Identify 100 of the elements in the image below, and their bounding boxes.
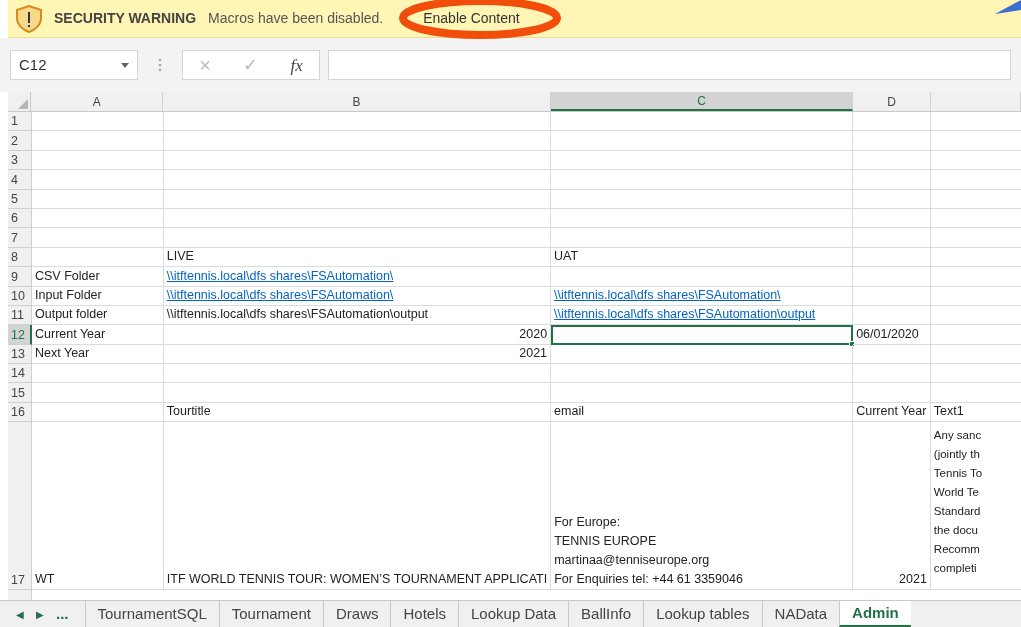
column-header[interactable]: D	[853, 92, 931, 111]
table-cell[interactable]	[853, 150, 931, 171]
table-cell[interactable]	[853, 383, 931, 403]
table-cell[interactable]	[551, 228, 854, 248]
table-cell[interactable]	[551, 208, 854, 229]
table-cell[interactable]	[32, 402, 164, 423]
table-cell[interactable]: Input Folder	[32, 286, 164, 306]
row-header[interactable]: 8	[8, 247, 32, 268]
table-cell[interactable]: ITF WORLD TENNIS TOUR: WOMEN’S TOURNAMENT APPLICATI	[163, 422, 552, 591]
row-header[interactable]: 12	[8, 325, 32, 345]
table-cell[interactable]	[163, 170, 552, 190]
table-cell[interactable]	[163, 383, 552, 403]
table-cell[interactable]	[853, 189, 931, 209]
table-cell[interactable]	[853, 364, 931, 384]
row-header[interactable]: 7	[8, 228, 32, 248]
table-cell[interactable]: \\itftennis.local\dfs shares\FSAutomation\	[163, 267, 552, 287]
column-header[interactable]: C	[550, 92, 854, 111]
table-cell[interactable]: Output folder	[32, 305, 164, 326]
table-cell[interactable]	[163, 208, 552, 229]
table-cell[interactable]	[551, 383, 854, 403]
formula-input[interactable]	[328, 50, 1011, 80]
sheet-tab[interactable]: Hotels	[390, 601, 458, 627]
table-cell[interactable]	[853, 112, 931, 132]
table-cell[interactable]	[551, 131, 854, 151]
row-header[interactable]: 13	[8, 344, 32, 365]
table-cell[interactable]: UAT	[551, 247, 854, 268]
active-cell[interactable]	[551, 325, 854, 345]
row-header[interactable]: 16	[8, 402, 32, 423]
table-cell[interactable]: Text1	[930, 402, 1021, 423]
table-cell[interactable]	[853, 247, 931, 268]
table-cell[interactable]	[853, 267, 931, 287]
table-cell[interactable]	[32, 228, 164, 248]
table-cell[interactable]	[551, 267, 854, 287]
table-cell[interactable]: \\itftennis.local\dfs shares\FSAutomation\output	[163, 305, 552, 326]
table-cell[interactable]	[32, 247, 164, 268]
table-cell[interactable]	[853, 286, 931, 306]
table-cell[interactable]	[853, 344, 931, 365]
table-cell[interactable]	[32, 208, 164, 229]
table-cell[interactable]: CSV Folder	[32, 267, 164, 287]
hyperlink[interactable]: \\itftennis.local\dfs shares\FSAutomation\	[554, 285, 781, 305]
row-header[interactable]: 15	[8, 383, 32, 403]
table-cell[interactable]	[551, 364, 854, 384]
table-cell[interactable]: Any sanc (jointly th Tennis To World Te Standard the docu Recomm completi	[930, 422, 1021, 591]
sheet-tab[interactable]: Lookup Data	[458, 601, 569, 627]
row-header[interactable]: 9	[8, 267, 32, 287]
table-cell[interactable]	[853, 208, 931, 229]
row-header[interactable]: 5	[8, 189, 32, 209]
table-cell[interactable]	[163, 228, 552, 248]
table-cell[interactable]	[551, 344, 854, 365]
sheet-tab[interactable]: Admin	[839, 601, 911, 627]
table-cell[interactable]: Next Year	[32, 344, 164, 365]
row-header[interactable]: 6	[8, 208, 32, 229]
table-cell[interactable]: \\itftennis.local\dfs shares\FSAutomation\	[163, 286, 552, 306]
table-cell[interactable]: 06/01/2020	[853, 325, 931, 345]
sheet-tab[interactable]: Tournament	[218, 601, 323, 627]
table-cell[interactable]	[853, 305, 931, 326]
table-cell[interactable]: For Europe: TENNIS EUROPE martinaa@tenniseurope.org For Enquiries tel: +44 61 3359046	[551, 422, 854, 591]
table-cell[interactable]	[32, 131, 164, 151]
scroll-right-button[interactable]: ▶	[36, 606, 44, 622]
row-header[interactable]: 4	[8, 170, 32, 190]
row-header[interactable]: 1	[8, 112, 32, 132]
table-cell[interactable]	[551, 112, 854, 132]
table-cell[interactable]	[163, 131, 552, 151]
row-header[interactable]: 17	[8, 422, 32, 591]
hyperlink[interactable]: \\itftennis.local\dfs shares\FSAutomation\output	[554, 305, 816, 325]
table-cell[interactable]: \\itftennis.local\dfs shares\FSAutomation\	[551, 286, 854, 306]
table-cell[interactable]	[32, 150, 164, 171]
row-header[interactable]: 10	[8, 286, 32, 306]
table-cell[interactable]	[32, 189, 164, 209]
table-cell[interactable]	[853, 131, 931, 151]
table-cell[interactable]	[163, 364, 552, 384]
hyperlink[interactable]: \\itftennis.local\dfs shares\FSAutomation\	[166, 285, 394, 305]
table-cell[interactable]: LIVE	[163, 247, 552, 268]
row-header[interactable]: 2	[8, 131, 32, 151]
select-all-icon[interactable]	[18, 99, 29, 109]
row-header[interactable]: 11	[8, 305, 32, 326]
table-cell[interactable]: 2020	[163, 325, 552, 345]
row-header[interactable]	[8, 590, 32, 600]
table-cell[interactable]	[551, 150, 854, 171]
sheet-tab[interactable]: TournamentSQL	[84, 601, 219, 627]
table-cell[interactable]	[163, 189, 552, 209]
table-cell[interactable]	[853, 228, 931, 248]
table-cell[interactable]: Tourtitle	[163, 402, 552, 423]
table-cell[interactable]: \\itftennis.local\dfs shares\FSAutomation\output	[551, 305, 854, 326]
table-cell[interactable]	[32, 364, 164, 384]
row-header[interactable]: 3	[8, 150, 32, 171]
table-cell[interactable]	[163, 150, 552, 171]
hyperlink[interactable]: \\itftennis.local\dfs shares\FSAutomation\	[166, 266, 394, 286]
sheet-tab[interactable]: Lookup tables	[643, 601, 762, 627]
name-box[interactable]: C12	[10, 50, 138, 80]
sheet-tab[interactable]: BallInfo	[568, 601, 644, 627]
table-cell[interactable]	[853, 170, 931, 190]
insert-function-button[interactable]: fx	[290, 56, 303, 74]
column-header[interactable]: A	[31, 92, 164, 111]
more-sheets-button[interactable]: ...	[56, 602, 69, 626]
table-cell[interactable]	[32, 170, 164, 190]
sheet-tab[interactable]: Draws	[322, 601, 391, 627]
table-cell[interactable]: 2021	[163, 344, 552, 365]
table-cell[interactable]: email	[551, 402, 854, 423]
table-cell[interactable]	[551, 189, 854, 209]
